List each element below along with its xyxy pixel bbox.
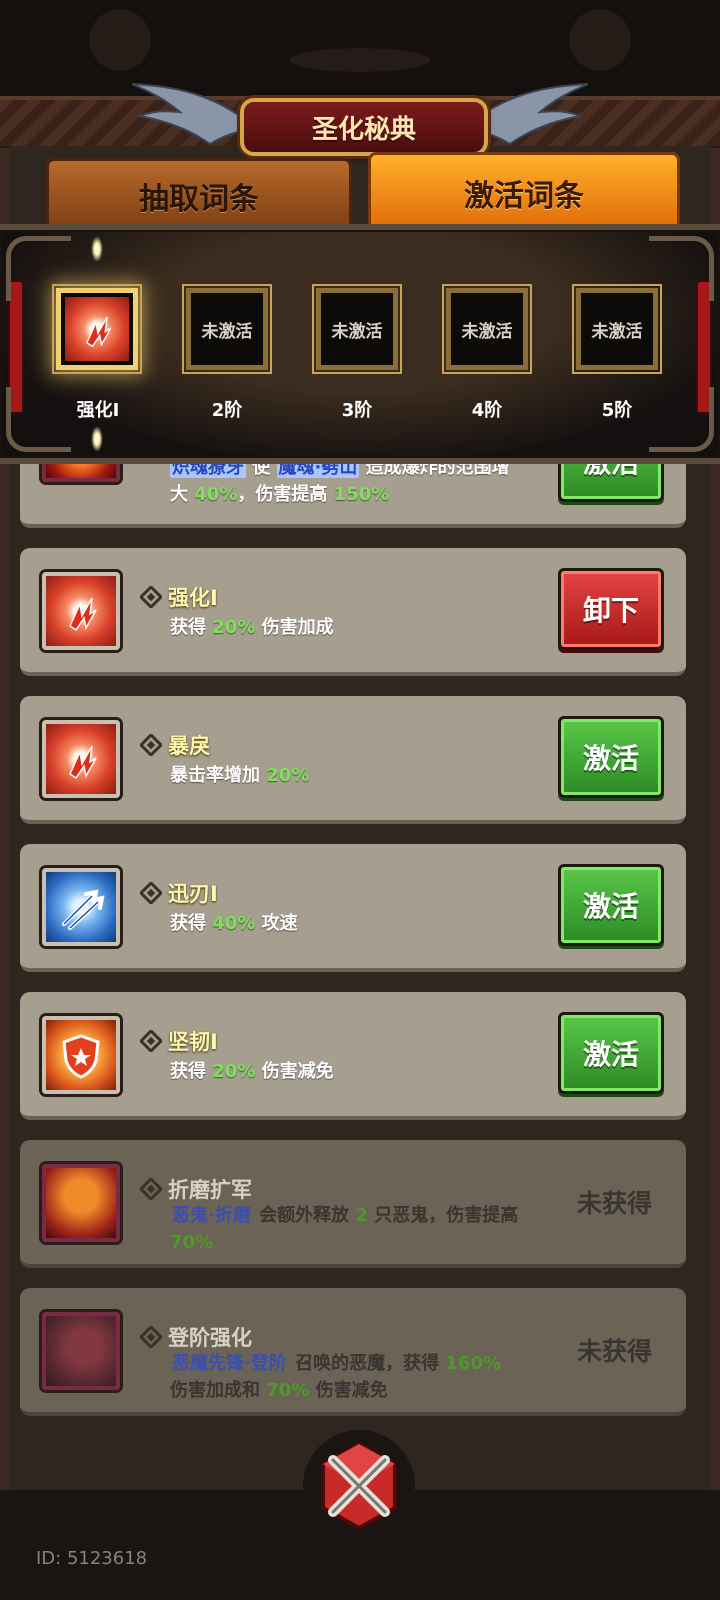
right-wing-icon xyxy=(471,83,589,146)
entry-card: 暴戾 暴击率增加 20% 激活 xyxy=(20,696,686,824)
fire-rune-icon xyxy=(65,297,129,361)
sparkle-icon xyxy=(91,236,103,262)
value-highlight: 40% xyxy=(194,484,238,505)
diamond-bullet-icon xyxy=(140,1326,162,1348)
player-id: ID: 5123618 xyxy=(36,1548,148,1569)
desc-text: 获得 xyxy=(170,913,213,934)
desc-text: 伤害减免 xyxy=(255,1061,334,1082)
entry-title: 强化I xyxy=(168,586,218,610)
skill-name: 恶魔先锋·登阶 xyxy=(172,1353,287,1374)
diamond-bullet-icon xyxy=(140,734,162,756)
entry-desc: 恶魔先锋·登阶 召唤的恶魔，获得 160% 伤害加成和 70% 伤害减免 xyxy=(170,1350,520,1404)
close-button[interactable] xyxy=(303,1430,415,1542)
entry-card: 坚韧I 获得 20% 伤害减免 激活 xyxy=(20,992,686,1120)
entry-card: 强化I 获得 20% 伤害加成 卸下 xyxy=(20,548,686,676)
tier-slot-1[interactable] xyxy=(56,288,138,370)
unequip-button[interactable]: 卸下 xyxy=(558,568,664,650)
desc-text: 只恶鬼，伤害提高 xyxy=(367,1205,519,1226)
value-highlight: 70% xyxy=(170,1232,214,1253)
desc-text: 伤害减免 xyxy=(309,1380,388,1401)
value-highlight: 20% xyxy=(266,765,310,786)
tier-slot-4[interactable]: 未激活 xyxy=(446,288,528,370)
value-highlight: 2 xyxy=(355,1205,368,1226)
entry-desc: 获得 40% 攻速 xyxy=(170,910,520,937)
arrow-speed-icon xyxy=(42,868,120,946)
value-highlight: 20% xyxy=(212,617,256,638)
entry-card: 迅刃I 获得 40% 攻速 激活 xyxy=(20,844,686,972)
activate-button[interactable]: 激活 xyxy=(558,1012,664,1094)
tier-slot-label: 4阶 xyxy=(471,400,503,421)
diamond-bullet-icon xyxy=(140,586,162,608)
tier-slot-3[interactable]: 未激活 xyxy=(316,288,398,370)
tier-slot-label: 强化I xyxy=(76,400,120,421)
entry-card-locked: 登阶强化 恶魔先锋·登阶 召唤的恶魔，获得 160% 伤害加成和 70% 伤害减… xyxy=(20,1288,686,1416)
entry-title: 暴戾 xyxy=(168,734,210,758)
skill-name: 恶鬼·折磨 xyxy=(172,1205,251,1226)
tier-slot-5[interactable]: 未激活 xyxy=(576,288,658,370)
entry-desc: 恶鬼·折磨 会额外释放 2 只恶鬼，伤害提高 70% xyxy=(170,1202,520,1256)
tier-slot-2[interactable]: 未激活 xyxy=(186,288,268,370)
corner-ornament xyxy=(649,236,714,301)
desc-text: 获得 xyxy=(170,1061,213,1082)
diamond-bullet-icon xyxy=(140,882,162,904)
dark-demon-icon xyxy=(42,1312,120,1390)
value-highlight: 160% xyxy=(445,1353,501,1374)
desc-text: 会额外释放 xyxy=(252,1205,356,1226)
diamond-bullet-icon xyxy=(140,1178,162,1200)
entry-desc: 获得 20% 伤害减免 xyxy=(170,1058,520,1085)
crossed-swords-close-icon xyxy=(321,1441,397,1531)
activate-button[interactable]: 激活 xyxy=(558,864,664,946)
diamond-bullet-icon xyxy=(140,1030,162,1052)
not-obtained-label: 未获得 xyxy=(576,1189,652,1218)
sparkle-icon xyxy=(91,426,103,452)
entry-title: 坚韧I xyxy=(168,1030,218,1054)
desc-text: 攻速 xyxy=(255,913,298,934)
not-obtained-label: 未获得 xyxy=(576,1337,652,1366)
value-highlight: 150% xyxy=(333,484,390,505)
entry-title: 迅刃I xyxy=(168,882,218,906)
value-highlight: 70% xyxy=(266,1380,310,1401)
entry-title: 登阶强化 xyxy=(168,1326,252,1350)
tier-slot-label: 3阶 xyxy=(341,400,373,421)
value-highlight: 40% xyxy=(212,913,256,934)
entry-card-locked: 折磨扩军 恶鬼·折磨 会额外释放 2 只恶鬼，伤害提高 70% 未获得 xyxy=(20,1140,686,1268)
fire-rune-icon xyxy=(42,720,120,798)
entry-desc: 获得 20% 伤害加成 xyxy=(170,614,520,641)
desc-text: 暴击率增加 xyxy=(170,765,267,786)
shield-star-icon xyxy=(42,1016,120,1094)
desc-text: 获得 xyxy=(170,617,213,638)
tab-draw-entries[interactable]: 抽取词条 xyxy=(46,158,352,234)
desc-text: ，伤害提高 xyxy=(237,484,334,505)
fire-rune-icon xyxy=(42,572,120,650)
value-highlight: 20% xyxy=(212,1061,256,1082)
top-background xyxy=(0,0,720,100)
page-title: 圣化秘典 xyxy=(240,98,488,156)
tier-slot-label: 5阶 xyxy=(601,400,633,421)
fire-demon-icon xyxy=(42,1164,120,1242)
entry-desc: 暴击率增加 20% xyxy=(170,762,520,789)
tier-slot-label: 2阶 xyxy=(211,400,243,421)
desc-text: 伤害加成和 xyxy=(170,1380,267,1401)
tier-slots-panel: 未激活 未激活 未激活 未激活 强化I 2阶 3阶 4阶 5阶 xyxy=(0,224,720,464)
left-wing-icon xyxy=(131,83,249,146)
desc-text: 召唤的恶魔，获得 xyxy=(288,1353,446,1374)
activate-button[interactable]: 激活 xyxy=(558,716,664,798)
entry-title: 折磨扩军 xyxy=(168,1178,252,1202)
tab-activate-entries[interactable]: 激活词条 xyxy=(368,152,680,234)
desc-text: 伤害加成 xyxy=(255,617,334,638)
top-ornament xyxy=(0,0,720,100)
